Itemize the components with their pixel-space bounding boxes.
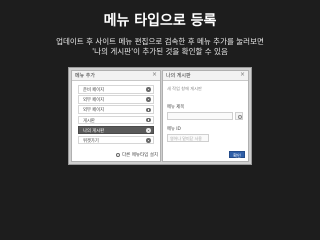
add-menu-header: 메뉴 추가 × <box>72 71 160 81</box>
menu-type-item[interactable]: 외부 페이지 <box>78 95 154 104</box>
menu-id-placeholder: 영어나 밑미닫 사용 <box>170 136 202 141</box>
menu-type-item[interactable]: 위젯가기 <box>78 135 154 145</box>
open-in-new-window-hint: 새 작업 창에 게시판 <box>167 86 202 91</box>
menu-title-label: 메뉴 제목 <box>167 105 185 110</box>
add-menu-title: 메뉴 추가 <box>75 73 95 79</box>
confirm-button[interactable]: 확인 <box>229 151 245 158</box>
radio-icon <box>146 138 151 143</box>
slide: 메뉴 타입으로 등록 업데이트 후 사이트 메뉴 편집으로 검속한 후 메뉴 추… <box>0 0 320 240</box>
menu-type-item[interactable]: 준비 페이지 <box>78 85 154 94</box>
menu-type-item[interactable]: 외부 페이지 <box>78 105 154 114</box>
menu-type-label: 외부 페이지 <box>83 108 105 114</box>
screenshot-frame: 메뉴 추가 × 준비 페이지 외부 페이지 외부 페이지 게시판 나의 게시판 … <box>68 67 252 165</box>
install-other-menu-type-label: 다른 메뉴타입 설치 <box>122 153 158 158</box>
menu-type-label: 위젯가기 <box>83 138 99 144</box>
description-line-1: 업데이트 후 사이트 메뉴 편집으로 검속한 후 메뉴 추가를 눌러보면 <box>56 37 264 46</box>
description-line-2: '나의 게시판'이 추가된 것을 확인할 수 있음 <box>92 47 228 56</box>
menu-id-input[interactable]: 영어나 밑미닫 사용 <box>167 134 209 142</box>
radio-icon <box>146 127 151 133</box>
menu-title-input[interactable] <box>167 112 233 120</box>
search-icon[interactable] <box>235 112 243 120</box>
menu-type-item-selected[interactable]: 나의 게시판 <box>78 125 154 135</box>
radio-icon <box>146 117 151 123</box>
menu-type-item[interactable]: 게시판 <box>78 115 154 125</box>
radio-icon <box>146 97 151 102</box>
menu-type-label: 게시판 <box>83 118 95 124</box>
close-icon[interactable]: × <box>240 71 245 78</box>
menu-type-label: 나의 게시판 <box>83 128 105 134</box>
confirm-button-label: 확인 <box>233 152 241 158</box>
radio-icon <box>146 107 151 113</box>
page-title: 메뉴 타입으로 등록 <box>103 13 217 29</box>
my-board-header: 나의 게시판 × <box>163 71 248 81</box>
my-board-title: 나의 게시판 <box>166 73 191 79</box>
radio-icon <box>146 87 151 92</box>
menu-type-label: 준비 페이지 <box>83 88 105 93</box>
close-icon[interactable]: × <box>152 71 157 78</box>
install-other-menu-type-link[interactable]: 다른 메뉴타입 설치 <box>116 152 158 158</box>
menu-type-list: 준비 페이지 외부 페이지 외부 페이지 게시판 나의 게시판 위젯가기 <box>78 85 154 146</box>
menu-type-label: 외부 페이지 <box>83 98 105 104</box>
menu-id-label: 메뉴 ID <box>167 127 181 132</box>
my-board-panel: 나의 게시판 × 새 작업 창에 게시판 메뉴 제목 메뉴 ID 영어나 밑미닫… <box>162 70 249 162</box>
gear-icon <box>116 152 120 157</box>
add-menu-panel: 메뉴 추가 × 준비 페이지 외부 페이지 외부 페이지 게시판 나의 게시판 … <box>71 70 161 162</box>
